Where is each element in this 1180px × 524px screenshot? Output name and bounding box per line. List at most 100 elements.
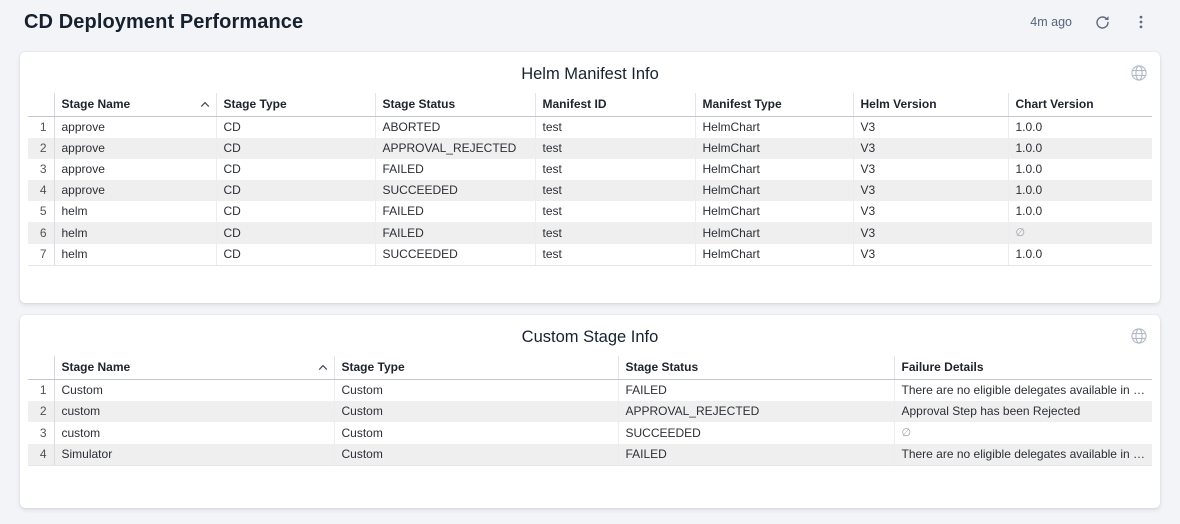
column-header-stage-name[interactable]: Stage Name — [54, 356, 334, 380]
column-header-stage-status[interactable]: Stage Status — [618, 356, 894, 380]
row-index: 4 — [28, 444, 54, 466]
column-header-chart-version[interactable]: Chart Version — [1008, 93, 1152, 117]
column-header-label: Stage Status — [383, 98, 456, 111]
cell: CD — [216, 180, 375, 201]
cell: approve — [54, 117, 216, 139]
globe-button[interactable] — [1130, 64, 1148, 82]
cell: 1.0.0 — [1008, 201, 1152, 222]
row-index: 5 — [28, 201, 54, 222]
globe-icon — [1130, 64, 1148, 82]
cell: helm — [54, 222, 216, 244]
globe-button[interactable] — [1130, 327, 1148, 345]
cell: CD — [216, 244, 375, 266]
cell: V3 — [853, 138, 1008, 159]
column-header-manifest-id[interactable]: Manifest ID — [535, 93, 695, 117]
cell: custom — [54, 401, 334, 422]
cell: SUCCEEDED — [375, 180, 535, 201]
cell: 1.0.0 — [1008, 180, 1152, 201]
column-header-label: Stage Status — [626, 361, 699, 374]
cell: CD — [216, 201, 375, 222]
row-index: 3 — [28, 159, 54, 180]
column-header-failure-details[interactable]: Failure Details — [894, 356, 1152, 380]
table-row: 5helmCDFAILEDtestHelmChartV31.0.0 — [28, 201, 1152, 222]
table-row: 2approveCDAPPROVAL_REJECTEDtestHelmChart… — [28, 138, 1152, 159]
refresh-icon — [1094, 14, 1111, 31]
table-row: 3approveCDFAILEDtestHelmChartV31.0.0 — [28, 159, 1152, 180]
column-header-stage-type[interactable]: Stage Type — [334, 356, 618, 380]
cell: test — [535, 117, 695, 139]
kebab-menu-icon — [1133, 14, 1149, 30]
sort-ascending-icon — [200, 101, 210, 108]
column-header-label: Chart Version — [1016, 98, 1094, 111]
cell: CD — [216, 117, 375, 139]
row-index-header — [28, 356, 54, 380]
table-row: 3customCustomSUCCEEDED∅ — [28, 422, 1152, 444]
table-row: 7helmCDSUCCEEDEDtestHelmChartV31.0.0 — [28, 244, 1152, 266]
table-row: 1approveCDABORTEDtestHelmChartV31.0.0 — [28, 117, 1152, 139]
cell: FAILED — [618, 380, 894, 402]
cell: Approval Step has been Rejected — [894, 401, 1152, 422]
row-index-header — [28, 93, 54, 117]
cell: custom — [54, 422, 334, 444]
sort-ascending-icon — [318, 364, 328, 371]
column-header-stage-name[interactable]: Stage Name — [54, 93, 216, 117]
table-row: 4SimulatorCustomFAILEDThere are no eligi… — [28, 444, 1152, 466]
column-header-manifest-type[interactable]: Manifest Type — [695, 93, 853, 117]
cell: test — [535, 244, 695, 266]
cell: 1.0.0 — [1008, 159, 1152, 180]
kebab-menu-button[interactable] — [1132, 13, 1150, 31]
table-row: 6helmCDFAILEDtestHelmChartV3∅ — [28, 222, 1152, 244]
column-header-helm-version[interactable]: Helm Version — [853, 93, 1008, 117]
column-header-label: Helm Version — [861, 98, 937, 111]
header-controls: 4m ago — [1030, 13, 1150, 31]
cell: SUCCEEDED — [618, 422, 894, 444]
cell: HelmChart — [695, 222, 853, 244]
cell: V3 — [853, 180, 1008, 201]
column-header-stage-type[interactable]: Stage Type — [216, 93, 375, 117]
cell: Custom — [334, 401, 618, 422]
cell: Custom — [334, 380, 618, 402]
cell: HelmChart — [695, 244, 853, 266]
cell: CD — [216, 222, 375, 244]
column-header-label: Failure Details — [902, 361, 984, 374]
cell: HelmChart — [695, 201, 853, 222]
panel-helm-manifest-info: Helm Manifest Info Stage NameStage TypeS… — [20, 52, 1160, 303]
panel-title: Helm Manifest Info — [20, 52, 1160, 84]
column-header-label: Manifest ID — [543, 98, 607, 111]
cell: V3 — [853, 201, 1008, 222]
cell: test — [535, 138, 695, 159]
column-header-stage-status[interactable]: Stage Status — [375, 93, 535, 117]
cell: FAILED — [375, 159, 535, 180]
cell: SUCCEEDED — [375, 244, 535, 266]
row-index: 4 — [28, 180, 54, 201]
cell: approve — [54, 159, 216, 180]
table-row: 4approveCDSUCCEEDEDtestHelmChartV31.0.0 — [28, 180, 1152, 201]
cell: V3 — [853, 222, 1008, 244]
panel-custom-stage-info: Custom Stage Info Stage NameStage TypeSt… — [20, 315, 1160, 508]
cell: CD — [216, 159, 375, 180]
cell: helm — [54, 244, 216, 266]
cell: V3 — [853, 244, 1008, 266]
column-header-label: Stage Name — [62, 361, 131, 374]
cell: There are no eligible delegates availabl… — [894, 444, 1152, 466]
table-row: 2customCustomAPPROVAL_REJECTEDApproval S… — [28, 401, 1152, 422]
data-table: Stage Name Stage Type Stage Status Manifest… — [28, 93, 1152, 266]
row-index: 2 — [28, 401, 54, 422]
cell: ∅ — [894, 422, 1152, 444]
dashboard-header: CD Deployment Performance 4m ago — [0, 0, 1180, 44]
row-index: 6 — [28, 222, 54, 244]
cell: approve — [54, 180, 216, 201]
row-index: 2 — [28, 138, 54, 159]
cell: FAILED — [375, 222, 535, 244]
refresh-button[interactable] — [1093, 13, 1111, 31]
row-index: 1 — [28, 117, 54, 139]
null-value: ∅ — [1016, 227, 1026, 239]
cell: HelmChart — [695, 138, 853, 159]
cell: APPROVAL_REJECTED — [375, 138, 535, 159]
helm-manifest-table: Stage Name Stage Type Stage Status Manifest… — [20, 84, 1160, 266]
cell: HelmChart — [695, 117, 853, 139]
cell: There are no eligible delegates availabl… — [894, 380, 1152, 402]
cell: test — [535, 159, 695, 180]
cell: FAILED — [618, 444, 894, 466]
column-header-label: Stage Name — [62, 98, 131, 111]
